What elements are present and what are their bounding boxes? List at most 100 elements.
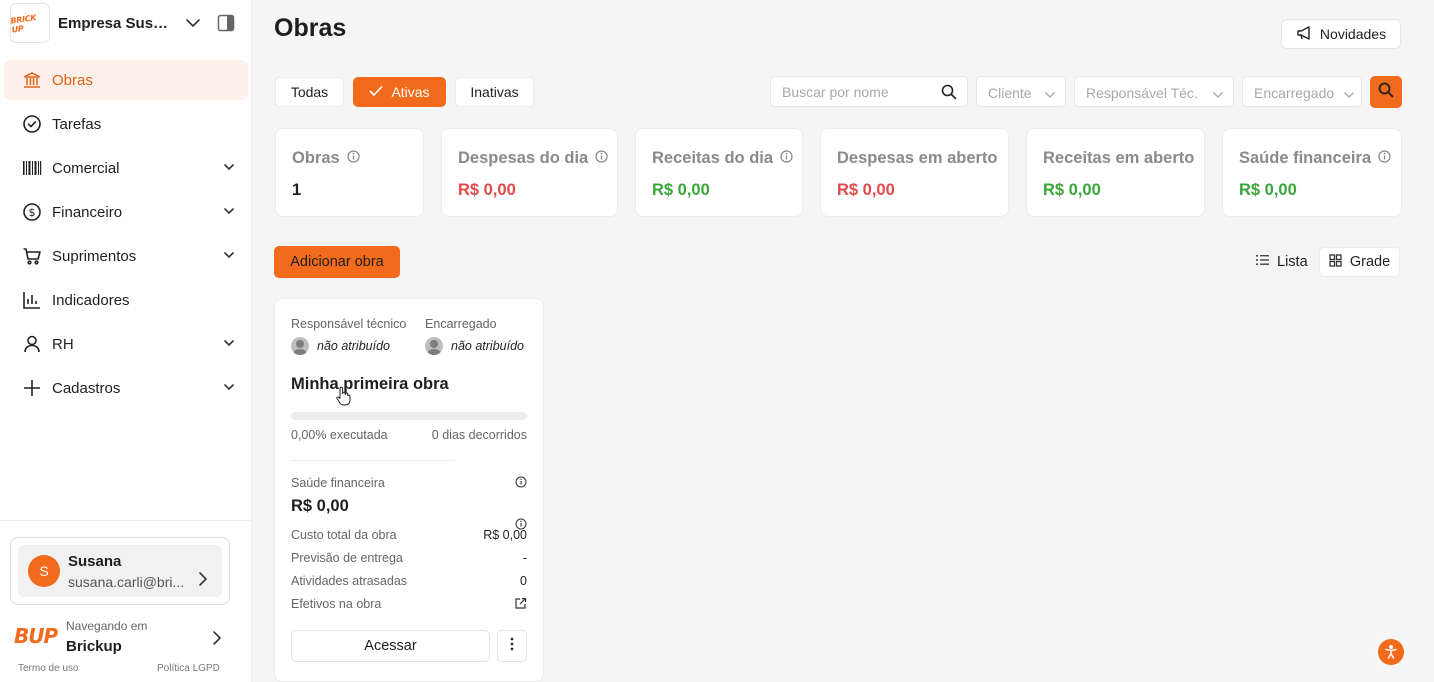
tab-label: Ativas <box>391 84 430 100</box>
news-button[interactable]: Novidades <box>1281 19 1401 49</box>
responsible-select[interactable]: Responsável Téc. <box>1074 76 1234 107</box>
sidebar-item-label: RH <box>52 335 74 353</box>
chevron-right-icon <box>198 571 208 592</box>
search-icon <box>941 84 957 105</box>
sidebar-item-label: Financeiro <box>52 203 123 221</box>
avatar: S <box>28 555 60 587</box>
sidebar-item-rh[interactable]: RH <box>4 324 248 364</box>
stat-label: Saúde financeira <box>1239 149 1391 168</box>
stat-card-despesas-dia: Despesas do dia R$ 0,00 <box>441 128 618 217</box>
info-icon[interactable] <box>347 149 360 168</box>
sidebar-item-suprimentos[interactable]: Suprimentos <box>4 236 248 276</box>
sidebar-item-cadastros[interactable]: Cadastros <box>4 368 248 408</box>
page-title: Obras <box>274 14 347 42</box>
view-list-label: Lista <box>1277 254 1308 270</box>
health-label: Saúde financeira <box>291 476 385 490</box>
bar-chart-icon <box>22 290 42 310</box>
chevron-down-icon <box>222 380 236 398</box>
add-obra-button[interactable]: Adicionar obra <box>274 246 400 278</box>
tab-ativas[interactable]: Ativas <box>353 77 446 107</box>
check-circle-icon <box>22 114 42 134</box>
sidebar-item-obras[interactable]: Obras <box>4 60 248 100</box>
avatar <box>425 337 443 355</box>
obra-title[interactable]: Minha primeira obra <box>291 375 449 394</box>
more-vertical-icon <box>510 637 514 656</box>
client-select-placeholder: Cliente <box>988 85 1032 101</box>
accessibility-button[interactable] <box>1368 630 1414 674</box>
client-select[interactable]: Cliente <box>976 76 1066 107</box>
sidebar-item-financeiro[interactable]: $ Financeiro <box>4 192 248 232</box>
stat-label: Receitas em aberto <box>1043 149 1195 167</box>
row-label: Previsão de entrega <box>291 551 403 565</box>
view-grid-label: Grade <box>1349 254 1391 270</box>
divider <box>291 460 455 461</box>
sidebar-item-label: Cadastros <box>52 379 121 397</box>
stat-value: R$ 0,00 <box>458 181 516 199</box>
foreman-label: Encarregado <box>425 317 497 331</box>
workspace-switcher[interactable]: BUP Navegando em Brickup <box>12 616 234 660</box>
row-value: 0 <box>520 574 527 588</box>
foreman-select-placeholder: Encarregado <box>1254 85 1335 101</box>
sidebar-item-label: Indicadores <box>52 291 130 309</box>
info-icon[interactable] <box>1378 149 1391 168</box>
chevron-down-icon <box>222 160 236 178</box>
days-elapsed-text: 0 dias decorridos <box>431 428 527 442</box>
access-button[interactable]: Acessar <box>291 630 490 662</box>
external-link-icon[interactable] <box>514 597 527 615</box>
row-value: - <box>522 551 527 565</box>
obra-card[interactable]: Responsável técnico Encarregado não atri… <box>274 298 544 682</box>
view-list-button[interactable]: Lista <box>1256 247 1312 277</box>
info-icon[interactable] <box>595 149 608 168</box>
sidebar-item-indicadores[interactable]: Indicadores <box>4 280 248 320</box>
stat-label: Obras <box>292 149 360 168</box>
chevron-down-icon <box>222 336 236 354</box>
grid-icon <box>1329 253 1342 271</box>
svg-text:$: $ <box>29 206 36 219</box>
user-profile-button[interactable]: S Susana susana.carli@bri... <box>18 545 222 597</box>
row-label: Efetivos na obra <box>291 597 382 611</box>
health-value: R$ 0,00 <box>291 497 349 515</box>
terms-link[interactable]: Termo de uso <box>18 663 79 674</box>
user-card[interactable]: S Susana susana.carli@bri... <box>10 537 230 605</box>
bank-icon <box>22 70 42 90</box>
navigating-label: Navegando em <box>66 619 148 633</box>
plus-icon <box>22 378 42 398</box>
search-icon <box>1378 82 1394 103</box>
foreman-person: não atribuído <box>425 337 524 355</box>
stat-value: 1 <box>292 181 302 199</box>
news-label: Novidades <box>1319 26 1387 42</box>
privacy-link[interactable]: Política LGPD <box>157 663 220 674</box>
tab-todas[interactable]: Todas <box>275 77 344 107</box>
avatar <box>291 337 309 355</box>
chevron-down-icon[interactable] <box>185 15 201 36</box>
company-switcher[interactable]: BRICK UP Empresa Susan... <box>10 3 242 43</box>
search-button[interactable] <box>1370 76 1402 108</box>
search-field[interactable] <box>770 76 968 107</box>
hand-cursor-icon <box>335 386 351 411</box>
stat-label: Receitas do dia <box>652 149 793 168</box>
chevron-down-icon <box>222 248 236 266</box>
stat-card-receitas-aberto: Receitas em aberto R$ 0,00 <box>1026 128 1205 217</box>
chevron-down-icon <box>222 204 236 222</box>
info-icon[interactable] <box>780 149 793 168</box>
foreman-select[interactable]: Encarregado <box>1242 76 1362 107</box>
view-grid-button[interactable]: Grade <box>1319 247 1400 277</box>
list-icon <box>1256 254 1269 270</box>
user-name: Susana <box>68 553 122 570</box>
tab-inativas[interactable]: Inativas <box>455 77 534 107</box>
info-icon[interactable] <box>515 475 527 493</box>
chevron-down-icon <box>1212 87 1224 103</box>
stat-card-despesas-aberto: Despesas em aberto R$ 0,00 <box>820 128 1009 217</box>
dollar-circle-icon: $ <box>22 202 42 222</box>
sidebar-item-tarefas[interactable]: Tarefas <box>4 104 248 144</box>
sidebar-item-label: Suprimentos <box>52 247 137 265</box>
chevron-right-icon <box>212 630 222 651</box>
user-email: susana.carli@bri... <box>68 574 185 590</box>
more-options-button[interactable] <box>497 630 527 662</box>
stat-value: R$ 0,00 <box>837 181 895 199</box>
chevron-down-icon <box>1343 87 1355 103</box>
sidebar-item-comercial[interactable]: Comercial <box>4 148 248 188</box>
search-input[interactable] <box>782 84 932 100</box>
accessibility-icon <box>1378 639 1404 665</box>
sidebar-collapse-icon[interactable] <box>217 14 235 37</box>
